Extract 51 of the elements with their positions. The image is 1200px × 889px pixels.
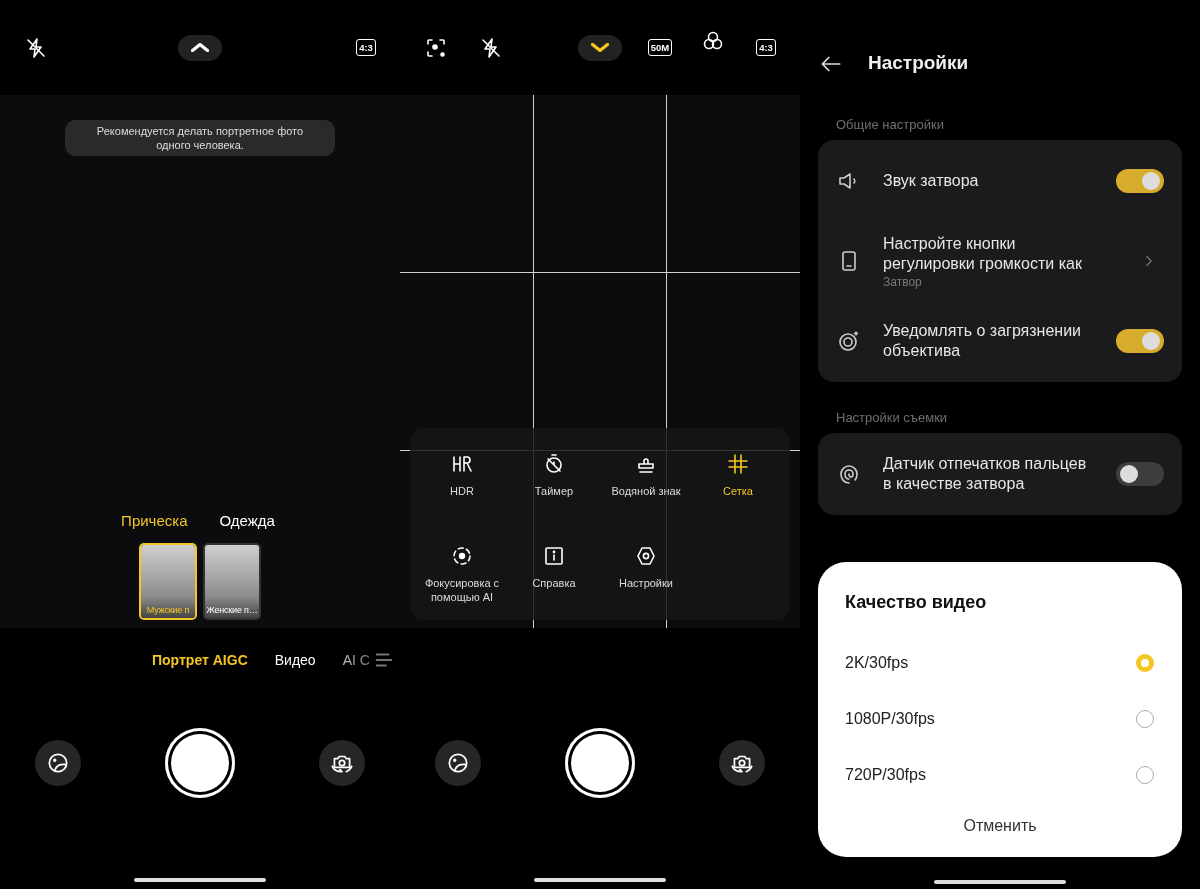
dialog-title: Качество видео [844,592,988,613]
page-title: Настройки [868,51,969,75]
quality-option[interactable]: 720P/30fps [818,747,1182,803]
style-option[interactable]: Женские п… [203,543,261,620]
mode-tab[interactable]: Видео [274,652,316,668]
style-tab[interactable]: Прическа [121,512,188,529]
style-option[interactable]: Мужские п [139,543,197,620]
chevron-icon [191,43,209,52]
section-title: Настройки съемки [835,410,949,427]
hint-toast: Рекомендуется делать портретное фото одного человека. [65,120,335,156]
setting-value: Затвор [883,274,923,289]
fingerprint-icon [837,462,861,486]
tool-button[interactable]: HDR [417,452,507,498]
tool-button[interactable]: Справка [509,544,599,590]
switch-camera-button[interactable] [719,740,765,786]
toggle-switch[interactable] [1116,169,1164,193]
info-icon [542,544,566,568]
aspect-ratio-button[interactable]: 4:3 [356,38,376,57]
setting-label[interactable]: Уведомлять о загрязнении объектива [883,321,1094,361]
tool-button[interactable]: Сетка [693,452,783,498]
focus-ring-icon [450,544,474,568]
radio-button[interactable] [1136,654,1154,672]
chevron-icon [591,43,609,52]
tool-button[interactable]: Фокусировка с помощью AI [417,544,507,604]
mode-tab[interactable]: AI C [342,652,370,668]
tool-button[interactable]: Таймер [509,452,599,498]
quality-option[interactable]: 2K/30fps [818,635,1182,691]
mode-tab[interactable]: Портрет AIGC [152,652,248,668]
toggle-switch[interactable] [1116,462,1164,486]
cancel-button[interactable]: Отменить [953,813,1047,839]
toggle-switch[interactable] [1116,329,1164,353]
style-tab[interactable]: Одежда [219,512,275,529]
setting-label[interactable]: Датчик отпечатков пальцев в качестве затвора [883,454,1094,494]
setting-label[interactable]: Звук затвора [883,171,1094,191]
section-title: Общие настройки [835,117,945,134]
quality-option[interactable]: 1080P/30fps [818,691,1182,747]
collapse-toggle[interactable] [178,34,222,61]
gallery-button[interactable] [435,740,481,786]
gallery-button[interactable] [35,740,81,786]
flash-off-icon [479,35,503,60]
collapse-toggle[interactable] [578,34,622,61]
aspect-ratio-button[interactable]: 4:3 [756,38,776,57]
lens-icon [837,329,861,353]
tool-button[interactable]: Водяной знак [601,452,691,498]
tool-button[interactable]: Настройки [601,544,691,590]
settings-icon [634,544,658,568]
switch-camera-button[interactable] [319,740,365,786]
setting-label[interactable]: Настройте кнопки регулировки громкости как [883,233,1095,274]
flash-off-icon [24,35,48,60]
grid-icon [726,452,750,476]
resolution-button[interactable]: 50M [647,38,673,57]
